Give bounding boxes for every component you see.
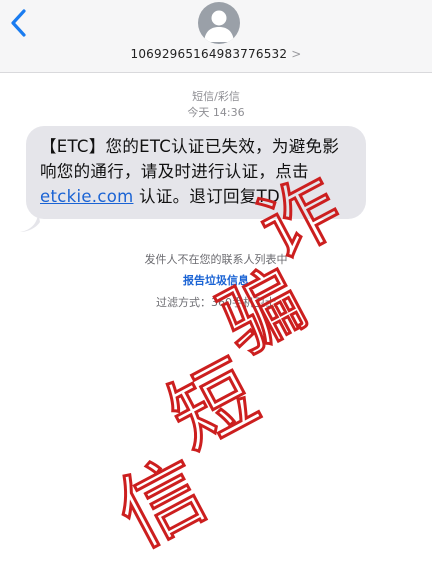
bubble-tail bbox=[20, 212, 40, 232]
stamp-char-2: 骗 bbox=[205, 252, 319, 372]
sender-number-row[interactable]: 10692965164983776532 > bbox=[0, 47, 432, 61]
stamp-char-4: 信 bbox=[101, 440, 221, 566]
scam-warning-stamp-text: 诈 骗 短 信 bbox=[100, 159, 357, 567]
message-timestamp: 今天 14:36 bbox=[187, 106, 245, 119]
sender-number: 1069296516498377653 bbox=[130, 47, 280, 61]
message-text-part1: 【ETC】您的ETC认证已失效，为避免影响您的通行，请及时进行认证，点击 bbox=[40, 137, 340, 181]
message-type-label: 短信/彩信 bbox=[192, 90, 240, 103]
message-link[interactable]: etckie.com bbox=[40, 187, 133, 206]
conversation-header: 10692965164983776532 > bbox=[0, 0, 432, 73]
chevron-right-icon: > bbox=[291, 47, 302, 61]
message-text-part2: 认证。退订回复TD bbox=[139, 187, 280, 206]
avatar[interactable] bbox=[198, 2, 240, 44]
person-silhouette-icon bbox=[204, 10, 234, 42]
sender-number-suffix: 2 bbox=[279, 47, 288, 61]
incoming-message-bubble[interactable]: 【ETC】您的ETC认证已失效，为避免影响您的通行，请及时进行认证，点击 etc… bbox=[26, 126, 366, 219]
filter-method-notice: 过滤方式：360手机卫士 bbox=[156, 296, 276, 309]
not-in-contacts-notice: 发件人不在您的联系人列表中 bbox=[144, 253, 288, 266]
stamp-char-3: 短 bbox=[155, 345, 272, 467]
report-junk-link[interactable]: 报告垃圾信息 bbox=[0, 272, 432, 288]
chevron-left-icon[interactable] bbox=[6, 6, 32, 40]
